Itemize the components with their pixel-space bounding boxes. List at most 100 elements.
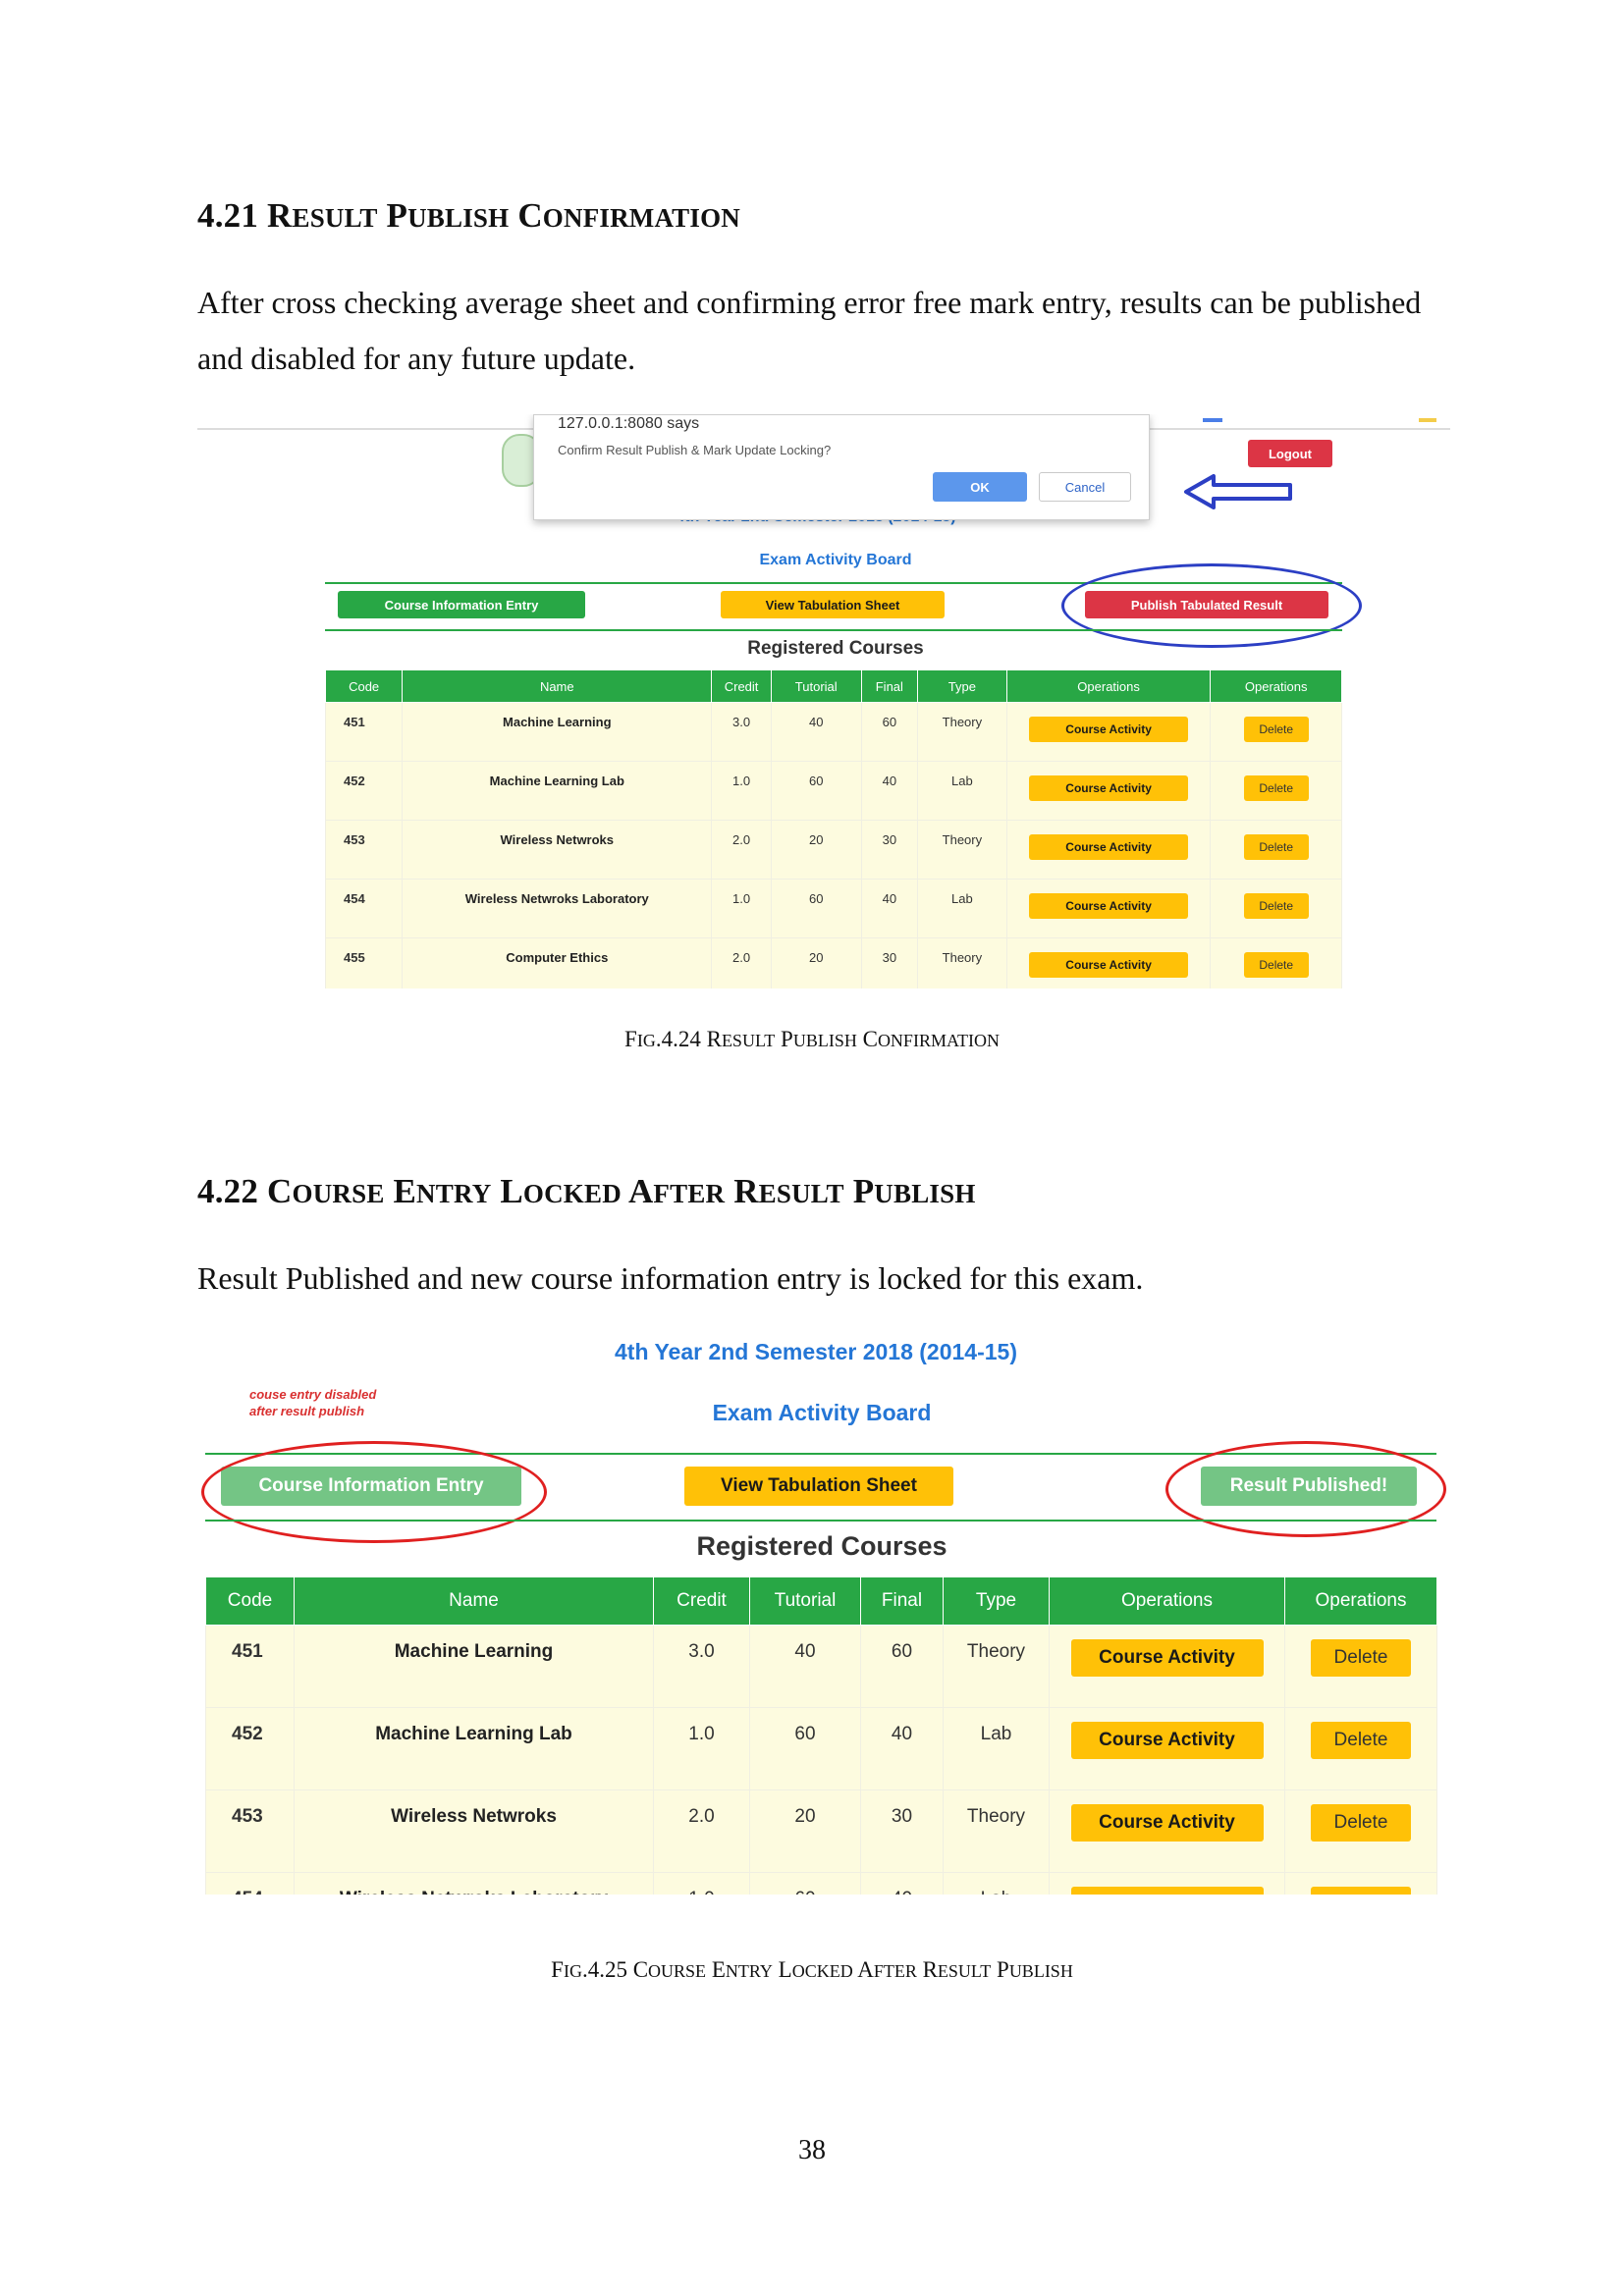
title-smallcaps: UBLISH — [874, 1179, 976, 1208]
course-code: 454 — [324, 879, 404, 938]
table-row: 453 Wireless Netwroks 2.0 20 30 Theory Course … — [205, 1789, 1437, 1873]
course-final: 30 — [860, 937, 919, 988]
exam-activity-board-title: Exam Activity Board — [712, 1400, 932, 1425]
title-initial: P — [386, 196, 408, 235]
course-code: 452 — [324, 761, 404, 821]
delete-button[interactable]: Delete — [1311, 1722, 1411, 1759]
view-tabulation-sheet-button[interactable]: View Tabulation Sheet — [721, 591, 945, 618]
course-activity-button[interactable]: Course Activity — [1070, 1887, 1264, 1895]
course-type: Lab — [943, 1707, 1050, 1790]
course-final: 40 — [860, 761, 919, 821]
course-final: 30 — [860, 1789, 944, 1873]
course-activity-cell: Course Activity — [1049, 1625, 1285, 1708]
title-smallcaps: OCKED — [522, 1179, 622, 1208]
course-credit: 2.0 — [711, 937, 772, 988]
course-credit: 3.0 — [711, 702, 772, 762]
course-activity-button[interactable]: Course Activity — [1029, 952, 1189, 978]
course-code: 453 — [324, 820, 404, 880]
course-type: Lab — [917, 879, 1007, 938]
course-credit: 3.0 — [653, 1625, 750, 1708]
course-activity-cell: Course Activity — [1005, 879, 1212, 938]
course-tutorial: 60 — [770, 761, 862, 821]
delete-button[interactable]: Delete — [1311, 1887, 1411, 1895]
course-activity-cell: Course Activity — [1005, 761, 1212, 821]
dialog-ok-button[interactable]: OK — [933, 472, 1027, 502]
registered-courses-table: Code Name Credit Tutorial Final Type Operation… — [205, 1576, 1437, 1895]
section-heading-4-21: 4.21 RESULT PUBLISH CONFIRMATION — [197, 196, 740, 236]
course-type: Theory — [943, 1789, 1050, 1873]
column-header: Operations — [1210, 669, 1342, 703]
course-final: 40 — [860, 1872, 944, 1895]
table-row: 455 Computer Ethics 2.0 20 30 Theory Course Ac… — [324, 937, 1342, 988]
course-code: 454 — [205, 1872, 295, 1895]
title-smallcaps: ESULT — [721, 1031, 776, 1050]
course-name: Machine Learning Lab — [402, 761, 713, 821]
table-row: 451 Machine Learning 3.0 40 60 Theory Course A… — [324, 702, 1342, 762]
title-smallcaps: UBLISH — [1008, 1961, 1073, 1981]
title-initial: R — [922, 1957, 938, 1982]
column-header: Tutorial — [749, 1576, 861, 1626]
course-type: Lab — [917, 761, 1007, 821]
course-final: 30 — [860, 820, 919, 880]
course-activity-button[interactable]: Course Activity — [1070, 1639, 1264, 1677]
course-information-entry-button[interactable]: Course Information Entry — [338, 591, 585, 618]
course-activity-cell: Course Activity — [1005, 702, 1212, 762]
course-activity-button[interactable]: Course Activity — [1070, 1804, 1264, 1842]
course-tutorial: 40 — [770, 702, 862, 762]
course-activity-button[interactable]: Course Activity — [1029, 717, 1189, 742]
figure-caption-4-25: FIG.4.25 COURSE ENTRY LOCKED AFTER RESUL… — [551, 1957, 1073, 1982]
column-header: Operations — [1049, 1576, 1285, 1626]
column-header: Name — [402, 669, 713, 703]
dialog-host: 127.0.0.1:8080 says — [558, 415, 700, 432]
column-header: Credit — [711, 669, 772, 703]
dialog-cancel-button[interactable]: Cancel — [1039, 472, 1131, 502]
title-smallcaps: NTRY — [725, 1961, 773, 1981]
title-initial: R — [706, 1027, 722, 1051]
title-smallcaps: ESULT — [292, 203, 378, 233]
section-number: 4.22 — [197, 1172, 259, 1210]
column-header: Final — [860, 1576, 944, 1626]
title-initial: P — [781, 1027, 793, 1051]
section-paragraph-4-22: Result Published and new course informat… — [197, 1260, 1144, 1296]
column-header: Final — [860, 669, 919, 703]
section-title: RESULT PUBLISH CONFIRMATION — [267, 196, 740, 235]
title-initial: C — [632, 1957, 649, 1982]
table-row: 453 Wireless Netwroks 2.0 20 30 Theory Course … — [324, 820, 1342, 880]
delete-button[interactable]: Delete — [1243, 775, 1309, 801]
title-initial: C — [862, 1027, 878, 1051]
delete-button[interactable]: Delete — [1311, 1804, 1411, 1842]
delete-button[interactable]: Delete — [1311, 1639, 1411, 1677]
course-credit: 2.0 — [711, 820, 772, 880]
logout-button[interactable]: Logout — [1248, 440, 1332, 467]
course-tutorial: 20 — [770, 937, 862, 988]
column-header: Operations — [1005, 669, 1212, 703]
table-row: 454Wireless Netwroks Laboratory1.06040La… — [324, 879, 1342, 938]
course-tutorial: 60 — [749, 1872, 861, 1895]
title-smallcaps: ONFIRMATION — [542, 203, 740, 233]
delete-button[interactable]: Delete — [1243, 834, 1309, 860]
title-initial: L — [778, 1957, 792, 1982]
course-tutorial: 60 — [770, 879, 862, 938]
course-name: Machine Learning — [402, 702, 713, 762]
course-activity-button[interactable]: Course Activity — [1070, 1722, 1264, 1759]
course-tutorial: 20 — [749, 1789, 861, 1873]
title-initial: C — [517, 196, 543, 235]
title-initial: E — [393, 1172, 417, 1210]
title-smallcaps: OCKED — [791, 1961, 853, 1981]
course-code: 455 — [324, 937, 404, 988]
page-number: 38 — [798, 2135, 826, 2165]
course-code: 451 — [324, 702, 404, 762]
course-activity-button[interactable]: Course Activity — [1029, 775, 1189, 801]
course-activity-cell: Course Activity — [1005, 820, 1212, 880]
table-row: 454Wireless Netwroks Laboratory1.06040La… — [205, 1872, 1437, 1895]
figure-4-25-screenshot: 4th Year 2nd Semester 2018 (2014-15) cou… — [197, 1335, 1450, 1895]
browser-toolbar-mark — [1203, 418, 1222, 422]
table-header-row: Code Name Credit Tutorial Final Type Operation… — [324, 669, 1342, 703]
view-tabulation-sheet-button[interactable]: View Tabulation Sheet — [684, 1467, 953, 1506]
course-activity-button[interactable]: Course Activity — [1029, 893, 1189, 919]
course-activity-button[interactable]: Course Activity — [1029, 834, 1189, 860]
delete-button[interactable]: Delete — [1243, 717, 1309, 742]
course-final: 60 — [860, 702, 919, 762]
delete-button[interactable]: Delete — [1243, 893, 1309, 919]
delete-button[interactable]: Delete — [1243, 952, 1309, 978]
